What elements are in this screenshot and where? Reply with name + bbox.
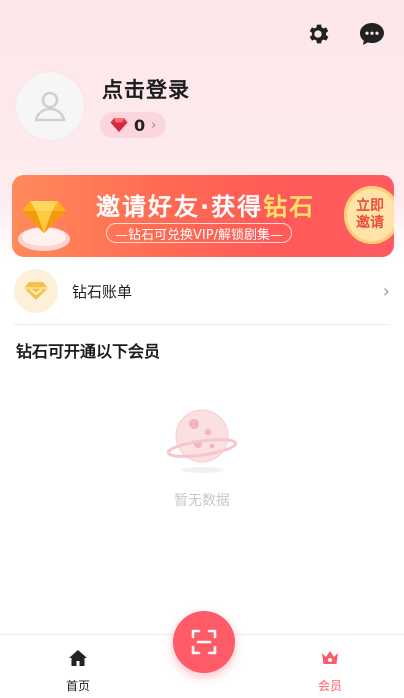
login-link[interactable]: 点击登录	[102, 74, 190, 104]
empty-text: 暂无数据	[174, 493, 230, 509]
diamond-bill-row[interactable]: 钻石账单 ›	[14, 268, 390, 314]
crown-icon	[322, 651, 338, 664]
avatar[interactable]	[16, 72, 84, 140]
banner-title-highlight: 钻石	[263, 193, 316, 221]
member-page: 点击登录 0 › 邀请好友·获得钻石 —钻石可兑换VIP/解锁剧集— 立即 邀请	[0, 0, 404, 698]
banner-title-text: 邀请好友·获得	[96, 193, 264, 221]
diamond-icon	[110, 118, 128, 132]
invite-now-button[interactable]: 立即 邀请	[344, 186, 394, 244]
nav-vip-label: 会员	[317, 679, 342, 693]
scan-icon	[191, 629, 217, 655]
empty-state: 暂无数据	[0, 398, 404, 510]
invite-now-line2: 邀请	[356, 215, 384, 231]
chevron-right-icon: ›	[151, 117, 157, 133]
home-icon	[69, 650, 87, 666]
banner-subtitle: —钻石可兑换VIP/解锁剧集—	[106, 223, 292, 243]
top-actions	[304, 20, 386, 48]
banner-title: 邀请好友·获得钻石	[96, 187, 315, 222]
gift-diamond-icon	[18, 201, 70, 251]
nav-home[interactable]: 首页	[48, 649, 108, 694]
divider	[14, 324, 390, 325]
diamond-count: 0	[134, 115, 146, 135]
nav-vip[interactable]: 会员	[300, 649, 360, 694]
empty-planet-icon	[166, 409, 238, 473]
gear-icon[interactable]	[304, 20, 332, 48]
chat-bubble-icon[interactable]	[358, 20, 386, 48]
user-placeholder-icon	[34, 91, 66, 122]
diamond-balance[interactable]: 0 ›	[100, 112, 167, 138]
section-title: 钻石可开通以下会员	[16, 342, 161, 361]
content-card: 钻石账单 › 钻石可开通以下会员 暂无数据	[0, 258, 404, 634]
nav-home-label: 首页	[65, 679, 90, 693]
invite-banner[interactable]: 邀请好友·获得钻石 —钻石可兑换VIP/解锁剧集— 立即 邀请	[12, 175, 394, 257]
chevron-right-icon: ›	[382, 280, 390, 302]
scan-button[interactable]	[173, 611, 235, 673]
diamond-bill-label: 钻石账单	[72, 282, 133, 301]
invite-now-line1: 立即	[356, 198, 384, 214]
diamond-bill-icon	[14, 269, 58, 313]
